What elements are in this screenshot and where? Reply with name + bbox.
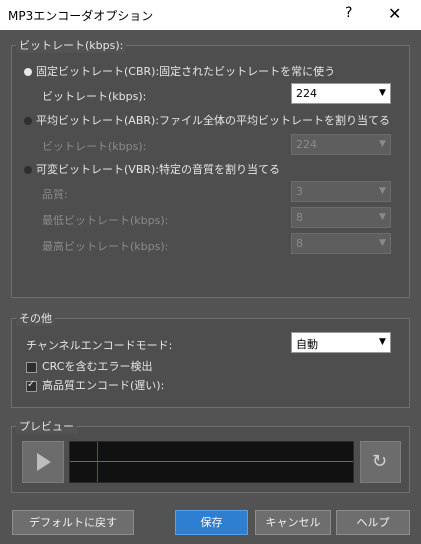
crc-checkbox[interactable] bbox=[26, 361, 37, 373]
bitrate-legend: ビットレート(kbps): bbox=[16, 37, 127, 53]
check-icon: ✓ bbox=[27, 378, 36, 390]
channel-mode-select[interactable]: 自動 ▼ bbox=[291, 332, 391, 353]
hq-label: 高品質エンコード(遅い): bbox=[42, 379, 165, 392]
other-group: その他 チャンネルエンコードモード: 自動 ▼ CRCを含むエラー検出 ✓ 高品質… bbox=[11, 310, 410, 408]
bitrate-group: ビットレート(kbps): 固定ビットレート(CBR):固定されたビットレートを… bbox=[11, 37, 410, 298]
loop-button[interactable]: ↻ bbox=[360, 441, 401, 483]
quality-label: 品質: bbox=[42, 188, 68, 201]
chevron-down-icon: ▼ bbox=[375, 84, 390, 103]
abr-label: 平均ビットレート(ABR):ファイル全体の平均ビットレートを割り当てる bbox=[36, 114, 391, 127]
channel-mode-value: 自動 bbox=[296, 338, 318, 351]
waveform-line bbox=[70, 461, 353, 462]
quality-value: 3 bbox=[296, 185, 303, 198]
min-bitrate-value: 8 bbox=[296, 211, 303, 224]
crc-option[interactable]: CRCを含むエラー検出 bbox=[26, 358, 152, 374]
close-icon[interactable]: ✕ bbox=[388, 4, 401, 23]
vbr-radio[interactable] bbox=[24, 166, 32, 174]
chevron-down-icon: ▼ bbox=[375, 135, 390, 154]
cbr-option[interactable]: 固定ビットレート(CBR):固定されたビットレートを常に使う bbox=[24, 63, 335, 79]
hq-checkbox[interactable]: ✓ bbox=[26, 378, 37, 392]
chevron-down-icon: ▼ bbox=[375, 208, 390, 227]
refresh-icon: ↻ bbox=[372, 451, 388, 472]
cbr-label: 固定ビットレート(CBR):固定されたビットレートを常に使う bbox=[36, 65, 336, 78]
chevron-down-icon: ▼ bbox=[375, 234, 390, 253]
quality-select[interactable]: 3 ▼ bbox=[291, 181, 391, 202]
abr-bitrate-label: ビットレート(kbps): bbox=[42, 140, 147, 153]
max-bitrate-value: 8 bbox=[296, 237, 303, 250]
crc-label: CRCを含むエラー検出 bbox=[42, 360, 153, 373]
channel-mode-label: チャンネルエンコードモード: bbox=[26, 339, 173, 352]
abr-option[interactable]: 平均ビットレート(ABR):ファイル全体の平均ビットレートを割り当てる bbox=[24, 112, 390, 128]
restore-default-button[interactable]: デフォルトに戻す bbox=[12, 510, 134, 535]
min-bitrate-label: 最低ビットレート(kbps): bbox=[42, 214, 169, 227]
abr-radio[interactable] bbox=[24, 117, 32, 125]
window-title: MP3エンコーダオプション bbox=[8, 9, 154, 23]
abr-bitrate-select[interactable]: 224 ▼ bbox=[291, 134, 391, 155]
play-button[interactable] bbox=[22, 441, 64, 483]
other-legend: その他 bbox=[16, 310, 55, 326]
chevron-down-icon: ▼ bbox=[375, 333, 390, 352]
waveform-display[interactable] bbox=[69, 441, 354, 483]
chevron-down-icon: ▼ bbox=[375, 182, 390, 201]
vbr-label: 可変ビットレート(VBR):特定の音質を割り当てる bbox=[36, 163, 281, 176]
save-button[interactable]: 保存 bbox=[175, 510, 248, 535]
vbr-option[interactable]: 可変ビットレート(VBR):特定の音質を割り当てる bbox=[24, 161, 280, 177]
cbr-bitrate-select[interactable]: 224 ▼ bbox=[291, 83, 391, 104]
title-bar: MP3エンコーダオプション ? ✕ bbox=[0, 0, 421, 30]
max-bitrate-label: 最高ビットレート(kbps): bbox=[42, 240, 169, 253]
hq-option[interactable]: ✓ 高品質エンコード(遅い): bbox=[26, 377, 164, 393]
cbr-bitrate-value: 224 bbox=[296, 87, 317, 100]
cancel-button[interactable]: キャンセル bbox=[255, 510, 331, 535]
help-icon[interactable]: ? bbox=[345, 5, 352, 21]
play-icon bbox=[37, 453, 51, 471]
cbr-radio[interactable] bbox=[24, 68, 32, 76]
cbr-bitrate-label: ビットレート(kbps): bbox=[42, 90, 147, 103]
help-button[interactable]: ヘルプ bbox=[336, 510, 410, 535]
playhead-cursor[interactable] bbox=[97, 442, 98, 482]
preview-legend: プレビュー bbox=[16, 418, 77, 434]
max-bitrate-select[interactable]: 8 ▼ bbox=[291, 233, 391, 254]
abr-bitrate-value: 224 bbox=[296, 138, 317, 151]
min-bitrate-select[interactable]: 8 ▼ bbox=[291, 207, 391, 228]
